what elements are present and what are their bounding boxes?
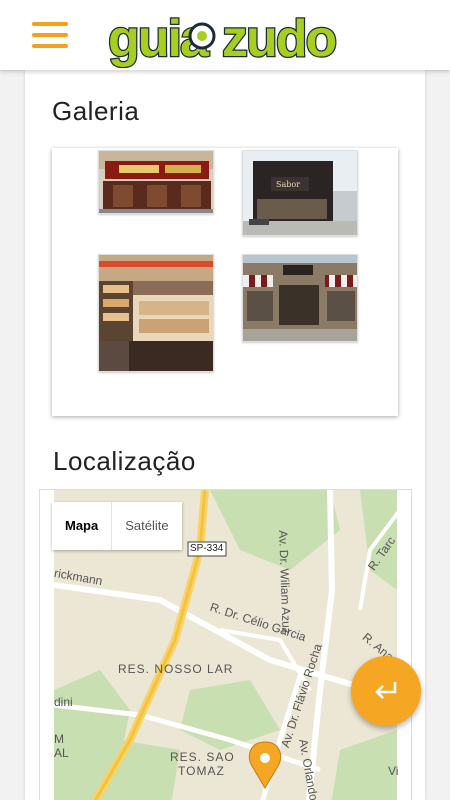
- map-label-street: M: [54, 732, 64, 746]
- svg-text:Sabor: Sabor: [276, 180, 300, 189]
- map-toggle-satellite[interactable]: Satélite: [111, 502, 181, 550]
- gallery-title: Galeria: [52, 96, 140, 126]
- map-label-highway: SP-334: [190, 543, 224, 554]
- gallery-photo-storefront-red[interactable]: [98, 150, 214, 214]
- map-label-neighborhood: TOMAZ: [178, 764, 225, 778]
- return-arrow-icon[interactable]: [351, 656, 421, 726]
- map-toggle-map[interactable]: Mapa: [52, 502, 111, 550]
- app-header: guia zudo: [0, 0, 450, 70]
- gallery-photo-storefront-awning[interactable]: [242, 254, 358, 342]
- location-map[interactable]: Mapa Satélite SP-334 rickmann R. Dr. Cél…: [39, 489, 412, 800]
- hamburger-menu-icon[interactable]: [32, 22, 68, 48]
- gallery-photo-storefront-dark[interactable]: Sabor: [242, 150, 358, 236]
- map-label-street: dini: [54, 695, 73, 709]
- map-label-neighborhood: RES. NOSSO LAR: [118, 662, 234, 676]
- gallery-card: Sabor: [52, 148, 398, 416]
- map-label-street: Vi: [388, 764, 399, 778]
- location-title: Localização: [53, 446, 196, 476]
- guiazudo-logo[interactable]: guia zudo: [104, 6, 344, 68]
- map-label-neighborhood: RES. SAO: [170, 750, 235, 764]
- gallery-photo-bakery-interior[interactable]: [98, 254, 214, 372]
- svg-text:zudo: zudo: [222, 10, 336, 68]
- map-type-toggle: Mapa Satélite: [52, 502, 182, 550]
- map-label-street: AL: [54, 746, 69, 760]
